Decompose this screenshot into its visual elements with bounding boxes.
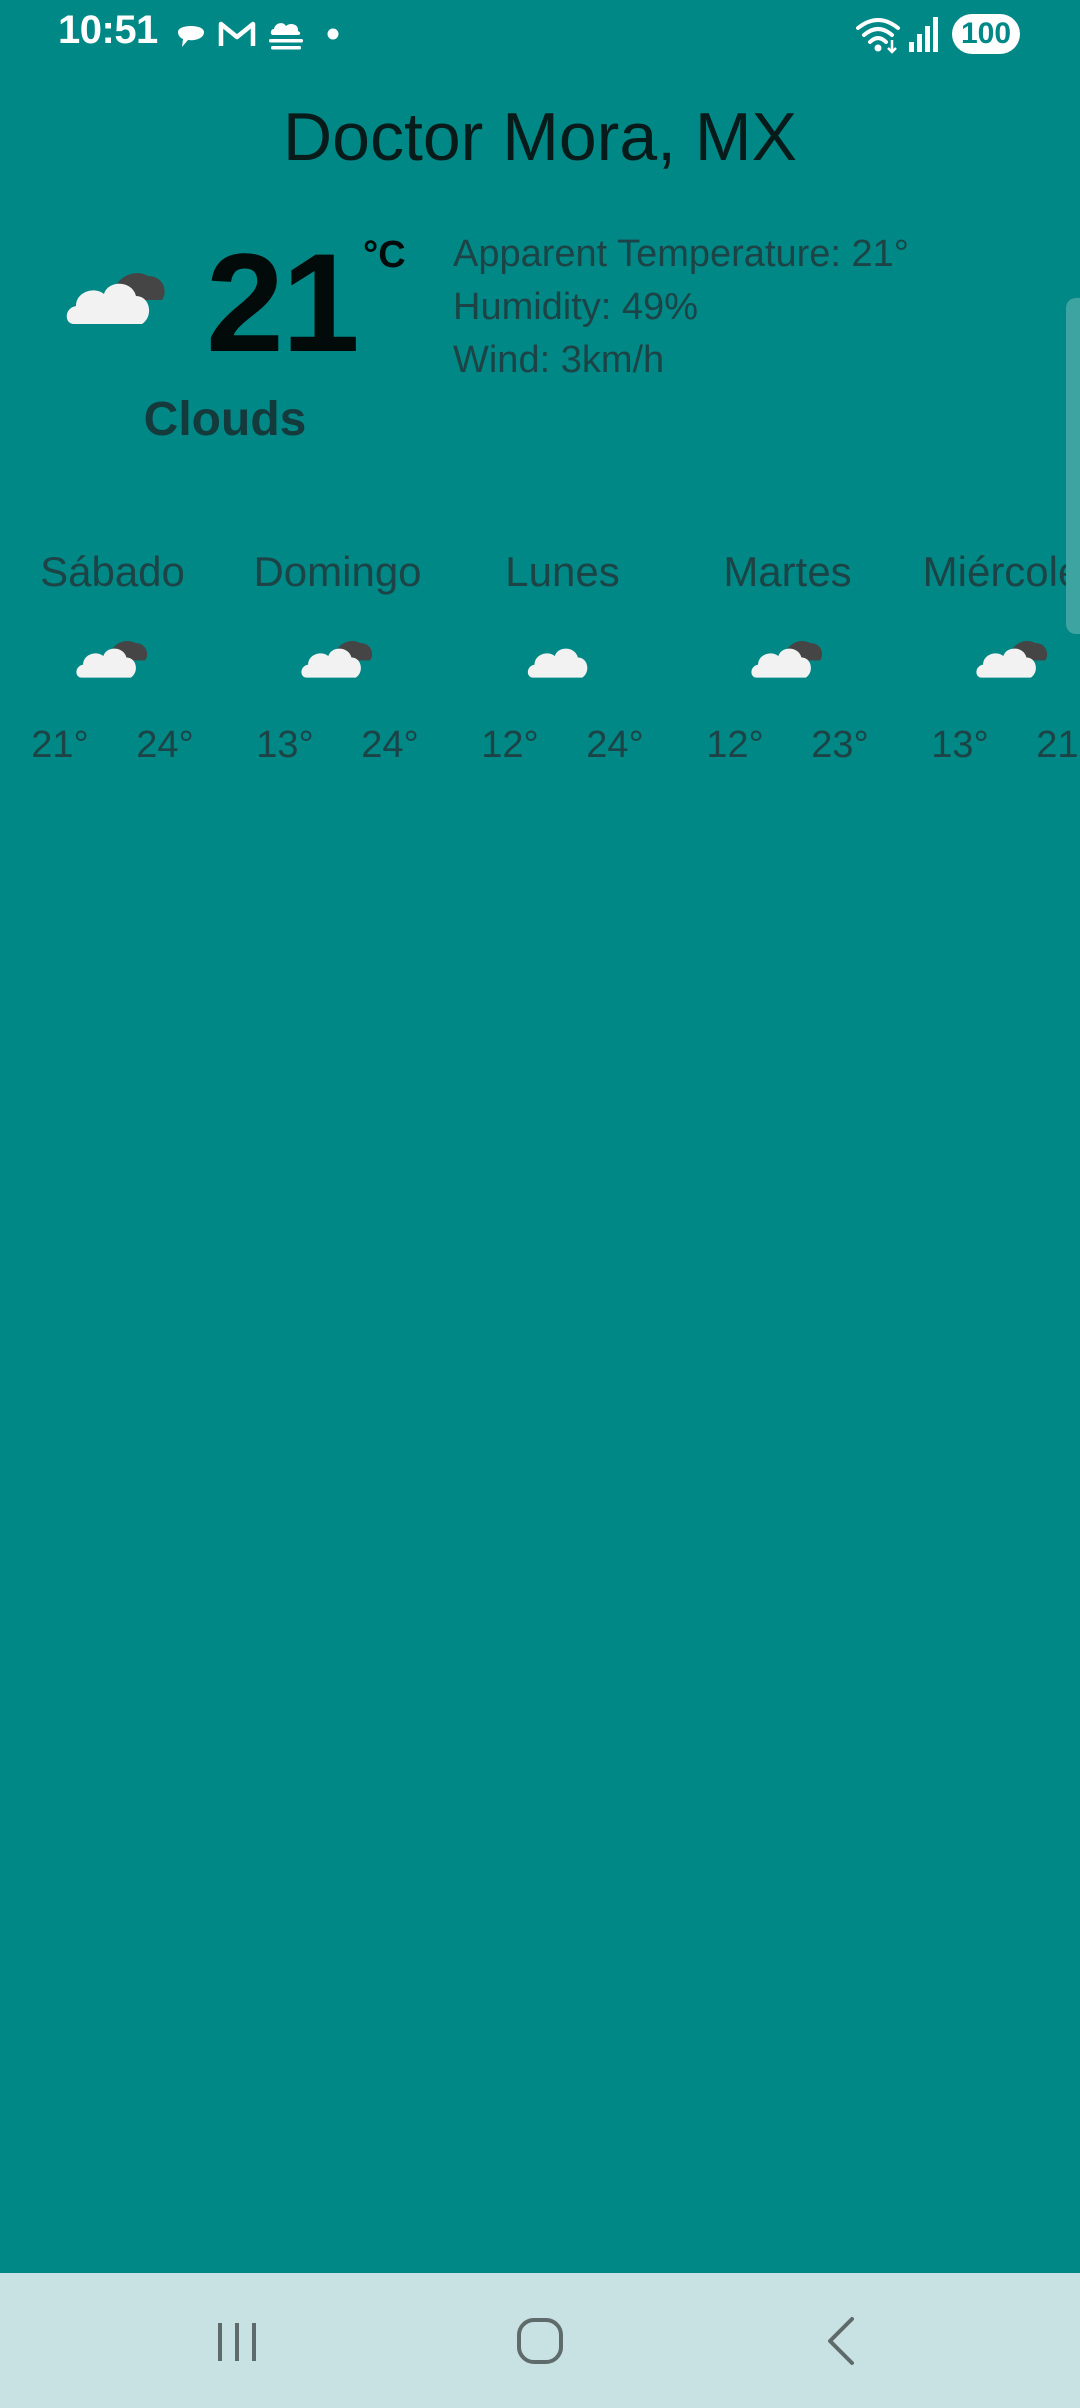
light-cloud-icon	[520, 630, 604, 687]
min-temperature: 12°	[706, 724, 764, 766]
max-temperature: 24°	[136, 724, 194, 766]
status-bar: 10:51 100	[0, 0, 1080, 70]
current-condition: Clouds	[143, 393, 307, 446]
wifi-icon	[854, 14, 902, 59]
temperature-unit: °C	[363, 234, 406, 276]
min-temperature: 13°	[931, 724, 989, 766]
day-name: Martes	[723, 548, 852, 595]
cloud-icon	[64, 258, 168, 335]
cloud-icon	[970, 630, 1054, 687]
min-temperature: 21°	[31, 724, 89, 766]
max-temperature: 24°	[586, 724, 644, 766]
fog-icon	[266, 18, 306, 57]
weather-details: Apparent Temperature: 21° Humidity: 49% …	[453, 228, 909, 387]
current-temperature: 21	[206, 224, 360, 381]
forecast-day[interactable]: Sábado 21° 24°	[0, 548, 225, 768]
forecast-day[interactable]: Domingo 13° 24°	[225, 548, 450, 768]
day-name: Miércoles	[922, 548, 1080, 595]
dot-icon	[326, 27, 340, 46]
back-icon[interactable]	[780, 2301, 900, 2381]
cloud-icon	[70, 630, 154, 687]
recent-apps-icon[interactable]	[177, 2301, 297, 2381]
status-time: 10:51	[58, 8, 158, 52]
max-temperature: 24°	[361, 724, 419, 766]
edge-panel-handle[interactable]	[1066, 298, 1080, 634]
chat-bubble-icon	[174, 18, 208, 57]
signal-icon	[906, 14, 942, 59]
min-temperature: 12°	[481, 724, 539, 766]
cloud-icon	[745, 630, 829, 687]
navigation-bar	[0, 2273, 1080, 2408]
max-temperature: 23°	[811, 724, 869, 766]
day-name: Lunes	[505, 548, 620, 595]
day-name: Sábado	[40, 548, 185, 595]
max-temperature: 21°	[1036, 724, 1080, 766]
forecast-list[interactable]: Sábado 21° 24° Domingo 13° 24° Lunes 12°…	[0, 548, 1080, 768]
day-name: Domingo	[253, 548, 422, 595]
home-icon[interactable]	[480, 2301, 600, 2381]
location-title: Doctor Mora, MX	[283, 99, 797, 175]
min-temperature: 13°	[256, 724, 314, 766]
gmail-icon	[218, 18, 256, 57]
cloud-icon	[295, 630, 379, 687]
forecast-day[interactable]: Martes 12° 23°	[675, 548, 900, 768]
forecast-day[interactable]: Lunes 12° 24°	[450, 548, 675, 768]
humidity: Humidity: 49%	[453, 286, 698, 328]
apparent-temperature: Apparent Temperature: 21°	[453, 233, 909, 275]
battery-icon: 100	[952, 14, 1020, 54]
forecast-day[interactable]: Miércoles 13° 21°	[900, 548, 1080, 768]
wind: Wind: 3km/h	[453, 339, 665, 381]
